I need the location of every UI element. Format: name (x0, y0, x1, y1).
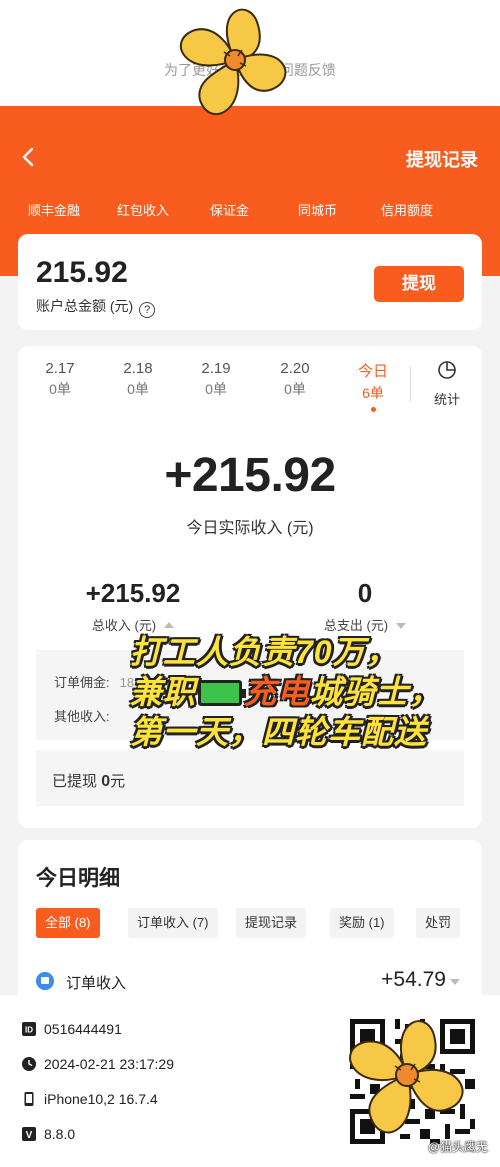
chevron-down-icon (450, 979, 460, 985)
income-card: 2.17 0单 2.18 0单 2.19 0单 2.20 0单 今日 6单 统计… (18, 346, 482, 828)
total-income-value: +215.92 (85, 578, 181, 608)
help-icon[interactable]: ? (139, 302, 156, 318)
day-orders: 0单 (49, 381, 71, 397)
income-breakdown: 订单佣金: 185.92元 30元 其他收入: (36, 650, 464, 740)
details-title: 今日明细 (36, 867, 120, 890)
today-details-card: 今日明细 全部 (8) 订单收入 (7) 提现记录 奖励 (1) 处罚 订单收入… (18, 840, 482, 1000)
today-income-value: +215.92 (164, 449, 336, 502)
day-tab-0218[interactable]: 2.18 0单 (108, 360, 168, 399)
caret-down-icon (396, 623, 407, 629)
order-wallet-icon (36, 972, 54, 990)
day-tab-today[interactable]: 今日 6单 (343, 360, 403, 412)
id-icon: ID (22, 1022, 36, 1036)
meta-time: 2024-02-21 23:17:29 (44, 1056, 174, 1072)
withdrawn-box: 已提现 0元 (36, 750, 464, 806)
meta-id: 0516444491 (44, 1021, 122, 1037)
day-date: 今日 (357, 363, 388, 380)
withdrawn-unit: 元 (110, 773, 126, 790)
day-date: 2.20 (280, 360, 310, 377)
total-income-label-text: 总收入 (元) (91, 618, 157, 633)
meta-version: 8.8.0 (44, 1126, 76, 1142)
filter-reward[interactable]: 奖励 (1) (330, 908, 394, 938)
total-expense-block[interactable]: 0 总支出 (元) (280, 578, 450, 634)
total-expense-value: 0 (357, 578, 373, 608)
day-tab-0219[interactable]: 2.19 0单 (186, 360, 246, 399)
stats-button[interactable]: 统计 (422, 360, 472, 408)
pie-chart-icon (438, 361, 456, 379)
flower-sticker-bottom (349, 1020, 464, 1134)
order-item-amount-text: +54.79 (381, 968, 446, 991)
day-date: 2.17 (45, 360, 75, 377)
tab-city-coin[interactable]: 同城币 (298, 200, 337, 219)
withdraw-record-link[interactable]: 提现记录 (406, 146, 478, 172)
flower-sticker-top (179, 8, 287, 116)
filter-penalty[interactable]: 处罚 (416, 908, 461, 938)
day-orders: 0单 (205, 381, 227, 397)
day-date: 2.19 (201, 360, 231, 377)
tab-red-packet[interactable]: 红包收入 (117, 200, 169, 219)
other-income-label: 其他收入: (54, 709, 110, 724)
tab-credit-limit[interactable]: 信用额度 (381, 200, 433, 219)
day-date: 2.18 (123, 360, 153, 377)
order-commission-right: 30元 (342, 675, 370, 690)
total-expense-label: 总支出 (元) (280, 615, 450, 634)
withdrawn-amount: 0 (101, 773, 111, 790)
balance-label: 账户总金额 (元)? (36, 296, 156, 318)
tab-sf-finance[interactable]: 顺丰金融 (28, 200, 80, 219)
day-orders: 0单 (127, 381, 149, 397)
caret-up-icon (164, 622, 175, 628)
clock-icon (22, 1057, 36, 1071)
svg-text:ID: ID (25, 1026, 33, 1035)
withdrawn-label: 已提现 (52, 773, 98, 790)
total-income-block[interactable]: +215.92 总收入 (元) (48, 578, 218, 634)
withdraw-button[interactable]: 提现 (374, 266, 464, 302)
day-tab-0220[interactable]: 2.20 0单 (265, 360, 325, 399)
day-divider (410, 366, 411, 402)
meta-device: iPhone10,2 16.7.4 (44, 1091, 158, 1107)
list-item[interactable]: 订单收入 +54.79 (36, 968, 464, 998)
order-commission-label: 订单佣金: (54, 675, 110, 690)
balance-card: 215.92 账户总金额 (元)? 提现 (18, 234, 482, 330)
today-income-label: 今日实际收入 (元) (186, 520, 314, 537)
order-commission-row: 订单佣金: 185.92元 30元 (54, 672, 369, 691)
total-income-label: 总收入 (元) (48, 615, 218, 634)
withdrawn-text: 已提现 0元 (52, 770, 125, 791)
total-expense-label-text: 总支出 (元) (323, 618, 389, 633)
phone-icon (24, 1092, 34, 1106)
balance-amount: 215.92 (36, 256, 128, 289)
order-item-label: 订单收入 (66, 975, 127, 992)
day-orders: 6单 (362, 385, 384, 401)
header-tabs: 顺丰金融 红包收入 保证金 同城币 信用额度 (0, 200, 500, 220)
order-item-amount: +54.79 (381, 968, 460, 992)
day-orders: 0单 (284, 381, 306, 397)
svg-text:V: V (26, 1130, 33, 1141)
other-income-row: 其他收入: (54, 706, 110, 725)
stats-label: 统计 (433, 392, 460, 407)
back-button[interactable] (18, 146, 40, 168)
filter-order-income[interactable]: 订单收入 (7) (128, 908, 218, 938)
filter-withdraw-record[interactable]: 提现记录 (236, 908, 307, 938)
tab-deposit[interactable]: 保证金 (210, 200, 249, 219)
balance-label-text: 账户总金额 (元) (36, 298, 134, 314)
order-commission-value: 185.92元 (119, 675, 173, 690)
version-icon: V (22, 1127, 36, 1141)
active-day-dot (370, 407, 376, 412)
back-arrow-icon (22, 147, 34, 167)
day-tab-0217[interactable]: 2.17 0单 (30, 360, 90, 399)
watermark: @猫头鹰无 (427, 1140, 488, 1154)
filter-all[interactable]: 全部 (8) (36, 908, 100, 938)
